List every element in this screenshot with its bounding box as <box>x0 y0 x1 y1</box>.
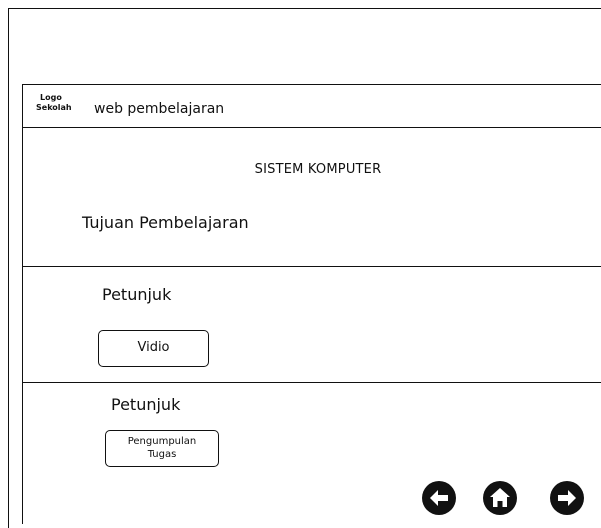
logo-line-1: Logo <box>40 93 62 102</box>
content-left-border <box>22 84 23 524</box>
learning-objectives-label: Tujuan Pembelajaran <box>82 213 249 232</box>
page-frame <box>8 8 601 528</box>
assignment-button-label-line1: Pengumpulan <box>127 436 197 447</box>
next-button[interactable] <box>548 479 586 517</box>
back-button[interactable] <box>420 479 458 517</box>
site-title: web pembelajaran <box>94 101 225 117</box>
school-logo: Logo Sekolah <box>36 93 86 113</box>
logo-line-2: Sekolah <box>36 103 72 112</box>
assignment-button-label-line2: Tugas <box>147 449 177 460</box>
instructions-label-assignment: Petunjuk <box>111 395 181 414</box>
header-bottom-divider <box>22 127 601 128</box>
objectives-divider <box>22 266 601 267</box>
video-section-divider <box>22 382 601 383</box>
arrow-left-icon <box>422 481 456 515</box>
header-top-divider <box>22 84 601 85</box>
assignment-submission-button[interactable]: Pengumpulan Tugas <box>105 430 219 467</box>
home-icon <box>483 481 517 515</box>
video-button-label: Vidio <box>137 340 170 355</box>
video-button[interactable]: Vidio <box>98 330 209 367</box>
subject-title: SISTEM KOMPUTER <box>254 162 382 177</box>
home-button[interactable] <box>481 479 519 517</box>
instructions-label-video: Petunjuk <box>102 285 172 304</box>
arrow-right-icon <box>550 481 584 515</box>
